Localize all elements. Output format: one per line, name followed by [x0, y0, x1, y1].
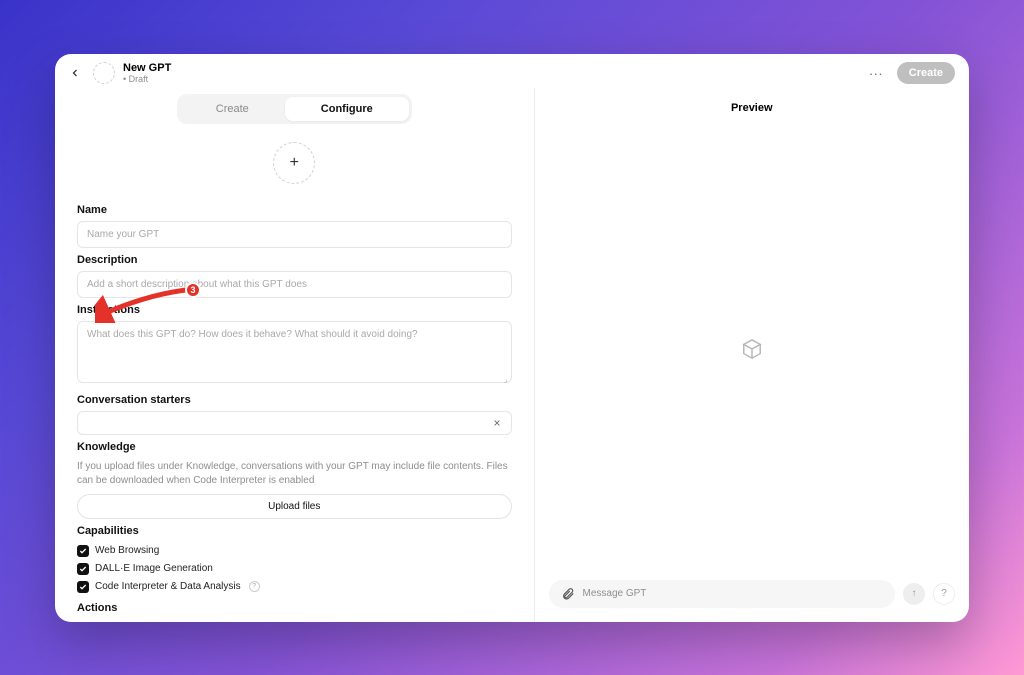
- capability-web-browsing[interactable]: Web Browsing: [77, 545, 512, 557]
- conversation-starter-row: ×: [77, 411, 512, 435]
- tab-create[interactable]: Create: [180, 97, 285, 121]
- arrow-up-icon: ↑: [912, 588, 917, 599]
- capability-dalle[interactable]: DALL·E Image Generation: [77, 563, 512, 575]
- chevron-left-icon: [69, 67, 81, 79]
- top-bar: New GPT • Draft ··· Create: [55, 54, 969, 88]
- image-upload[interactable]: +: [273, 142, 315, 184]
- capability-label: Code Interpreter & Data Analysis: [95, 581, 241, 592]
- configure-panel: Create Configure + Name Description Inst…: [55, 88, 535, 622]
- capability-label: Web Browsing: [95, 545, 159, 556]
- create-button[interactable]: Create: [897, 62, 955, 84]
- conversation-starter-input[interactable]: [87, 417, 489, 428]
- app-window: New GPT • Draft ··· Create Create Config…: [55, 54, 969, 622]
- name-input[interactable]: [77, 221, 512, 248]
- capability-label: DALL·E Image Generation: [95, 563, 213, 574]
- help-button[interactable]: ?: [933, 583, 955, 605]
- question-icon: ?: [941, 588, 947, 599]
- message-input[interactable]: [583, 588, 884, 599]
- instructions-input[interactable]: [77, 321, 512, 383]
- checkbox-checked-icon: [77, 545, 89, 557]
- back-button[interactable]: [65, 63, 85, 83]
- checkbox-checked-icon: [77, 581, 89, 593]
- description-input[interactable]: [77, 271, 512, 298]
- checkbox-checked-icon: [77, 563, 89, 575]
- message-box: [549, 580, 896, 608]
- plus-icon: +: [290, 154, 299, 172]
- capabilities-label: Capabilities: [77, 525, 512, 537]
- gpt-avatar-placeholder: [93, 62, 115, 84]
- message-row: ↑ ?: [535, 570, 970, 622]
- more-menu-button[interactable]: ···: [863, 65, 889, 81]
- preview-title: Preview: [535, 88, 970, 128]
- attachment-icon[interactable]: [561, 587, 575, 601]
- upload-files-button[interactable]: Upload files: [77, 494, 512, 519]
- tabs: Create Configure: [77, 88, 512, 124]
- title-block: New GPT • Draft: [123, 62, 171, 84]
- tab-configure[interactable]: Configure: [285, 97, 409, 121]
- instructions-label: Instructions: [77, 304, 512, 316]
- preview-panel: Preview ↑ ?: [535, 88, 970, 622]
- actions-label: Actions: [77, 602, 512, 614]
- info-icon[interactable]: ?: [249, 581, 260, 592]
- preview-body: [535, 128, 970, 570]
- content-split: Create Configure + Name Description Inst…: [55, 88, 969, 622]
- name-label: Name: [77, 204, 512, 216]
- page-subtitle: • Draft: [123, 74, 171, 84]
- conversation-starters-label: Conversation starters: [77, 394, 512, 406]
- close-icon: ×: [493, 416, 500, 430]
- cube-icon: [741, 338, 763, 360]
- capability-code-interpreter[interactable]: Code Interpreter & Data Analysis ?: [77, 581, 512, 593]
- knowledge-hint: If you upload files under Knowledge, con…: [77, 460, 512, 488]
- description-label: Description: [77, 254, 512, 266]
- remove-starter-button[interactable]: ×: [489, 416, 504, 430]
- send-button[interactable]: ↑: [903, 583, 925, 605]
- page-title: New GPT: [123, 62, 171, 74]
- knowledge-label: Knowledge: [77, 441, 512, 453]
